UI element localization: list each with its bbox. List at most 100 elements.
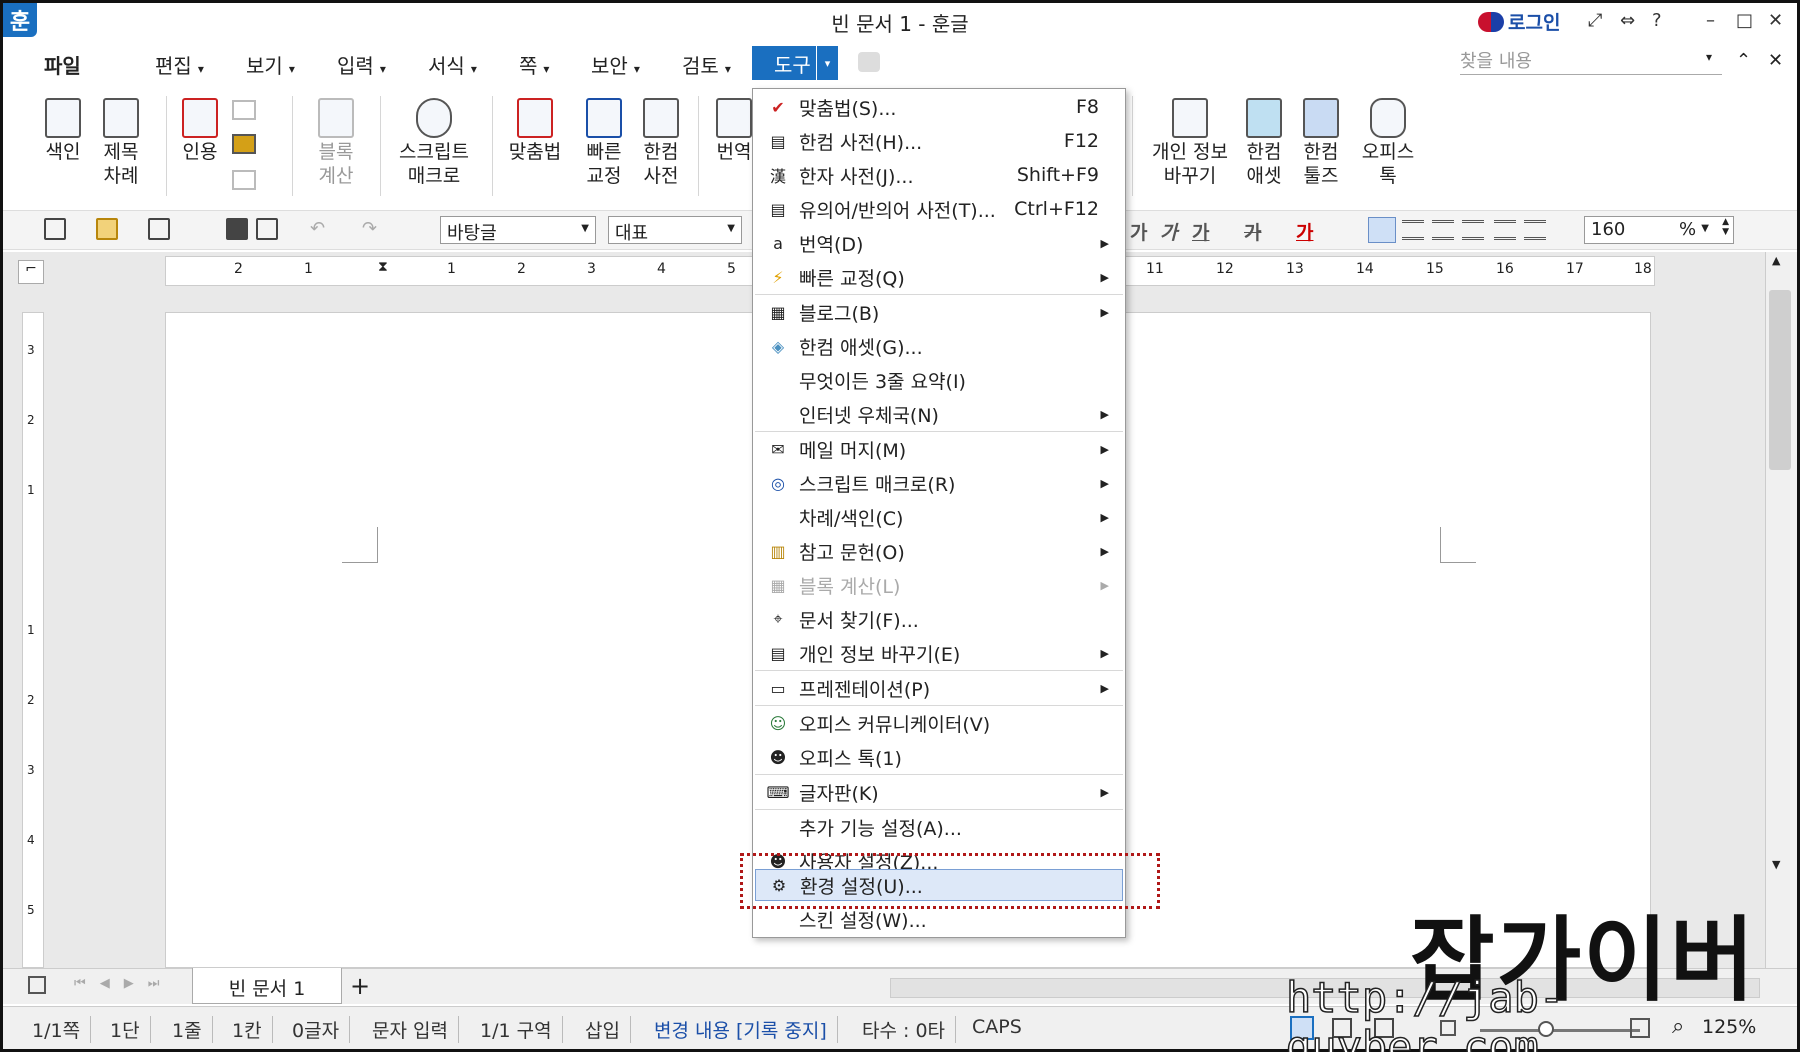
copy-icon[interactable] [232, 100, 256, 120]
status-input-mode[interactable]: 문자 입력 [362, 1016, 459, 1043]
maximize-button[interactable]: □ [1736, 10, 1753, 31]
menu-security[interactable]: 보안 ▾ [591, 50, 640, 79]
status-page: 1/1쪽 [22, 1016, 92, 1043]
menu-edit[interactable]: 편집 ▾ [155, 50, 204, 79]
zoom-select[interactable]: 160% ▼ ▲ ▼ [1584, 216, 1734, 244]
ribbon-index[interactable]: 색인 [40, 98, 86, 164]
scroll-down-icon[interactable]: ▼ [1772, 858, 1780, 871]
menu-item-asset[interactable]: ◈ 한컴 애셋(G)... [755, 330, 1123, 362]
search-dropdown-icon[interactable]: ▾ [1706, 50, 1712, 64]
ribbon-spellcheck[interactable]: 맞춤법 [504, 98, 566, 164]
ribbon-script-macro[interactable]: 스크립트 매크로 [392, 98, 476, 188]
menu-item-toc-index[interactable]: 차례/색인(C) ▶ [755, 501, 1123, 533]
new-doc-icon[interactable] [44, 218, 66, 240]
bold-button[interactable]: 가 [1130, 218, 1147, 245]
divide-icon[interactable] [1524, 220, 1546, 240]
menu-item-script-macro[interactable]: ◎ 스크립트 매크로(R) ▶ [755, 467, 1123, 499]
refresh-icon[interactable] [232, 170, 256, 190]
menu-item-internet-post[interactable]: 인터넷 우체국(N) ▶ [755, 398, 1123, 430]
redo-icon[interactable]: ↷ [362, 218, 377, 239]
menu-item-blog[interactable]: ▦ 블로그(B) ▶ [755, 296, 1123, 328]
divider [698, 96, 699, 196]
menu-item-hanja-dict[interactable]: 漢 한자 사전(J)... Shift+F9 [755, 159, 1123, 191]
menu-item-thesaurus[interactable]: ▤ 유의어/반의어 사전(T)... Ctrl+F12 [755, 193, 1123, 225]
menu-item-presentation[interactable]: ▭ 프레젠테이션(P) ▶ [755, 672, 1123, 704]
preview-icon[interactable] [256, 218, 278, 240]
menu-item-summary[interactable]: 무엇이든 3줄 요약(I) [755, 364, 1123, 396]
scroll-up-icon[interactable]: ▲ [1772, 254, 1780, 267]
menu-view[interactable]: 보기 ▾ [246, 50, 295, 79]
align-center-icon[interactable] [1432, 220, 1454, 240]
login-button[interactable]: 로그인 [1478, 8, 1560, 35]
tab-nav-icons[interactable]: ⏮◀▶⏭ [74, 976, 173, 991]
tab-document[interactable]: 빈 문서 1 [192, 968, 342, 1004]
help-icon[interactable]: ? [1652, 10, 1662, 31]
ribbon-hancom-dict[interactable]: 한컴 사전 [636, 98, 686, 188]
status-char: 1칸 [222, 1016, 273, 1043]
ribbon-hancom-asset[interactable]: 한컴 애셋 [1238, 98, 1290, 188]
menu-tools[interactable]: 도구 ▾ [752, 46, 838, 80]
font-select[interactable]: 대표 ▼ [608, 216, 742, 244]
highlight-icon[interactable] [232, 134, 256, 154]
menu-separator [755, 705, 1123, 706]
menu-item-hancom-dict[interactable]: ▤ 한컴 사전(H)... F12 [755, 125, 1123, 157]
ribbon-privacy[interactable]: 개인 정보 바꾸기 [1144, 98, 1236, 188]
menu-item-label: 무엇이든 3줄 요약(I) [799, 370, 966, 393]
menu-insert[interactable]: 입력 ▾ [337, 50, 386, 79]
status-insert[interactable]: 삽입 [575, 1016, 631, 1043]
add-tab-button[interactable]: + [350, 972, 370, 1000]
search-input[interactable]: 찾을 내용 [1460, 47, 1722, 75]
menu-file[interactable]: 파일 [44, 50, 81, 79]
menu-item-mail-merge[interactable]: ✉ 메일 머지(M) ▶ [755, 433, 1123, 465]
chat-icon[interactable] [858, 52, 880, 72]
align-justify-icon[interactable] [1368, 217, 1396, 243]
ribbon-quick-correct[interactable]: 빠른 교정 [578, 98, 630, 188]
align-right-icon[interactable] [1462, 220, 1484, 240]
menu-item-addons[interactable]: 추가 기능 설정(A)... [755, 811, 1123, 843]
menu-item-keyboard[interactable]: ⌨ 글자판(K) ▶ [755, 776, 1123, 808]
menu-item-references[interactable]: ▥ 참고 문헌(O) ▶ [755, 535, 1123, 567]
menu-format[interactable]: 서식 ▾ [428, 50, 477, 79]
status-track-changes[interactable]: 변경 내용 [기록 중지] [644, 1016, 838, 1043]
close-button[interactable]: ✕ [1768, 10, 1783, 31]
scrollbar-thumb[interactable] [1769, 290, 1791, 470]
minimize-button[interactable]: – [1706, 10, 1715, 31]
menu-item-translate[interactable]: a 번역(D) ▶ [755, 227, 1123, 259]
menu-page[interactable]: 쪽 ▾ [519, 50, 549, 79]
font-color-button[interactable]: 가 [1296, 218, 1313, 245]
margin-corner [342, 527, 378, 563]
tab-type-icon[interactable]: ⌐ [18, 260, 44, 284]
menu-item-office-communicator[interactable]: ☺ 오피스 커뮤니케이터(V) [755, 707, 1123, 739]
ribbon-office-talk[interactable]: 오피스 톡 [1358, 98, 1418, 188]
ribbon-hancom-tools[interactable]: 한컴 툴즈 [1296, 98, 1346, 188]
ribbon-cite-label: 인용 [182, 141, 218, 163]
undo-icon[interactable]: ↶ [310, 218, 325, 239]
vertical-ruler[interactable]: 3 2 1 1 2 3 4 5 [22, 312, 44, 968]
chevron-down-icon[interactable]: ▾ [816, 46, 838, 80]
align-left-icon[interactable] [1402, 220, 1424, 240]
distribute-icon[interactable] [1494, 220, 1516, 240]
menu-item-office-talk[interactable]: ☻ 오피스 톡(1) [755, 741, 1123, 773]
strike-button[interactable]: 가 [1244, 218, 1261, 245]
resize-icon[interactable]: ⇔ [1620, 10, 1635, 31]
indent-marker-icon[interactable]: ⧗ [378, 259, 388, 275]
ribbon-toc[interactable]: 제목 차례 [96, 98, 146, 188]
menu-item-label: 번역(D) [799, 233, 864, 256]
menu-item-spellcheck[interactable]: ✔ 맞춤법(S)... F8 [755, 91, 1123, 123]
collapse-ribbon-icon[interactable]: ⌃ [1736, 50, 1751, 71]
divider [292, 96, 293, 196]
ribbon-cite[interactable]: 인용 [176, 98, 224, 164]
menu-review[interactable]: 검토 ▾ [682, 50, 731, 79]
print-icon[interactable] [226, 218, 248, 240]
style-select[interactable]: 바탕글 ▼ [440, 216, 596, 244]
fullscreen-icon[interactable]: ⤢ [1588, 10, 1602, 31]
tab-list-icon[interactable] [28, 976, 46, 994]
save-icon[interactable] [148, 218, 170, 240]
open-folder-icon[interactable] [96, 218, 118, 240]
underline-button[interactable]: 가 [1192, 218, 1209, 245]
menu-item-quick-correct[interactable]: ⚡ 빠른 교정(Q) ▶ [755, 261, 1123, 293]
menu-item-find-document[interactable]: ⌖ 문서 찾기(F)... [755, 603, 1123, 635]
close-doc-icon[interactable]: ✕ [1768, 50, 1783, 71]
menu-item-privacy[interactable]: ▤ 개인 정보 바꾸기(E) ▶ [755, 637, 1123, 669]
italic-button[interactable]: 가 [1160, 218, 1177, 245]
